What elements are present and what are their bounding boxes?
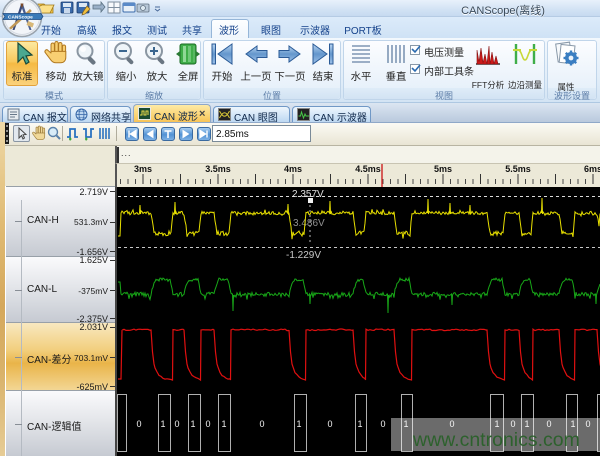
svg-text:-1.229V: -1.229V bbox=[286, 250, 321, 261]
svg-text:3.5ms: 3.5ms bbox=[205, 164, 231, 174]
svg-text:4.5ms: 4.5ms bbox=[355, 164, 381, 174]
svg-text:0: 0 bbox=[380, 419, 385, 429]
svg-text:1: 1 bbox=[296, 419, 301, 429]
svg-text:4ms: 4ms bbox=[284, 164, 302, 174]
svg-text:6ms: 6ms bbox=[584, 164, 600, 174]
svg-text:2.357V: 2.357V bbox=[292, 189, 324, 200]
svg-text:1: 1 bbox=[357, 419, 362, 429]
svg-text:0: 0 bbox=[205, 419, 210, 429]
svg-text:5ms: 5ms bbox=[434, 164, 452, 174]
svg-text:CANScope: CANScope bbox=[8, 14, 33, 20]
svg-text:3ms: 3ms bbox=[134, 164, 152, 174]
svg-text:0: 0 bbox=[327, 419, 332, 429]
svg-text:1: 1 bbox=[221, 419, 226, 429]
svg-text:0: 0 bbox=[259, 419, 264, 429]
svg-text:0: 0 bbox=[174, 419, 179, 429]
svg-text:5.5ms: 5.5ms bbox=[505, 164, 531, 174]
svg-text:3.486V: 3.486V bbox=[293, 218, 325, 229]
svg-text:1: 1 bbox=[190, 419, 195, 429]
svg-text:1: 1 bbox=[160, 419, 165, 429]
svg-text:0: 0 bbox=[136, 419, 141, 429]
svg-text:www.cntronics.com: www.cntronics.com bbox=[412, 429, 580, 451]
